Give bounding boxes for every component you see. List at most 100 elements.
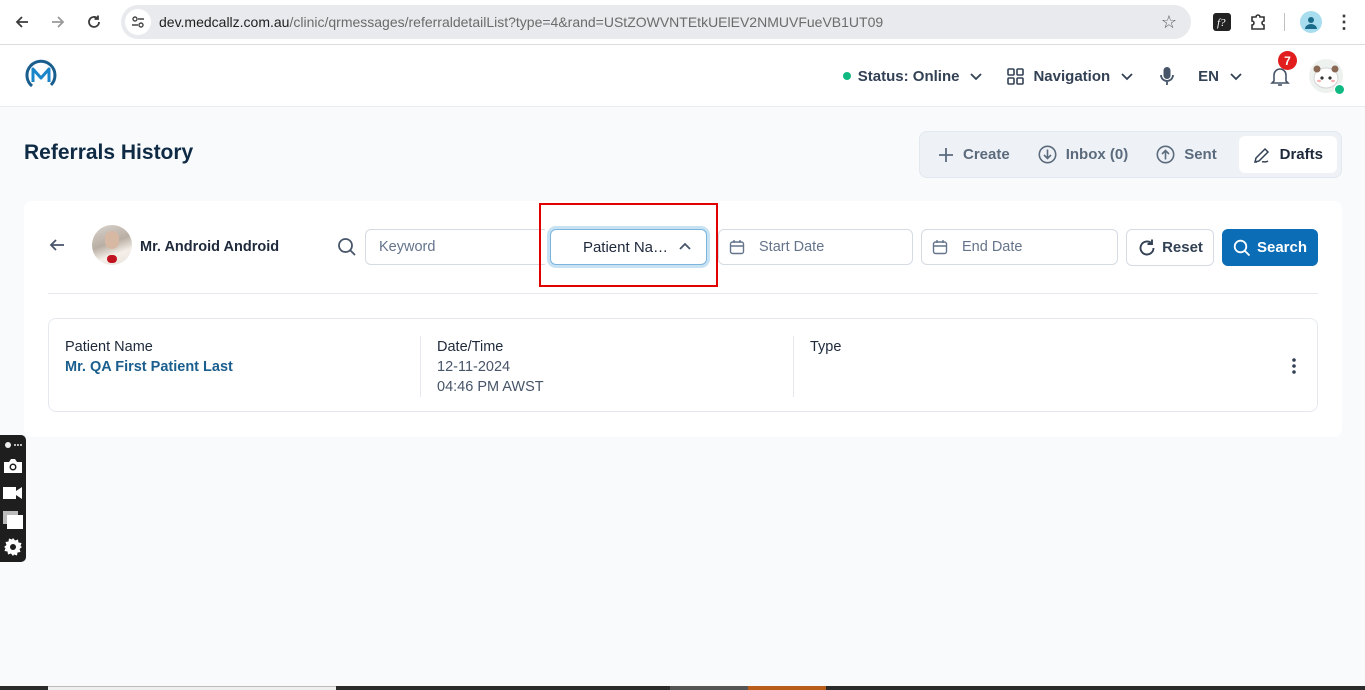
date-value: 12-11-2024 (437, 359, 511, 375)
extension-fontfinder-button[interactable]: f? (1204, 8, 1240, 36)
app-header: Status: Online Navigation EN 7 (0, 45, 1365, 107)
settings-button[interactable] (0, 533, 26, 560)
chevron-down-icon (970, 73, 983, 81)
puzzle-icon (1251, 14, 1265, 30)
pin-more-icon (5, 442, 22, 448)
record-video-button[interactable] (0, 479, 26, 506)
download-circle-icon (1038, 145, 1057, 164)
medcallz-logo[interactable] (24, 58, 58, 92)
online-indicator (1334, 84, 1345, 95)
page-title: Referrals History (24, 141, 194, 164)
patient-name-cell: Patient Name Mr. QA First Patient Last (65, 337, 233, 377)
tab-label: Create (963, 146, 1010, 163)
screenshot-button[interactable] (0, 452, 26, 479)
end-date-input[interactable]: End Date (921, 229, 1118, 265)
extensions-button[interactable] (1240, 8, 1276, 36)
start-date-placeholder: Start Date (759, 239, 825, 255)
font-extension-icon: f? (1213, 13, 1231, 31)
calendar-icon (932, 240, 948, 255)
referral-tabs: Create Inbox (0) Sent Drafts (919, 131, 1342, 178)
user-avatar-button[interactable] (1309, 59, 1345, 95)
video-camera-icon (3, 486, 22, 499)
forward-arrow-icon (52, 16, 65, 28)
more-options-icon[interactable] (1291, 357, 1297, 375)
search-icon (338, 238, 356, 256)
patient-name-link[interactable]: Mr. QA First Patient Last (65, 357, 233, 377)
taskbar-item[interactable] (748, 686, 826, 690)
start-date-input[interactable]: Start Date (718, 229, 913, 265)
type-cell: Type (810, 337, 841, 357)
navigation-dropdown[interactable]: Navigation (1007, 68, 1134, 85)
camera-icon (4, 458, 22, 473)
reload-button[interactable] (76, 4, 112, 40)
language-dropdown[interactable]: EN (1198, 68, 1243, 85)
datetime-label: Date/Time (437, 339, 504, 355)
toolbar-menu-button[interactable] (0, 438, 26, 452)
reset-label: Reset (1162, 239, 1203, 256)
profile-icon (1300, 11, 1322, 33)
gear-icon (4, 537, 22, 556)
tune-icon (132, 16, 144, 28)
bookmark-star-icon[interactable]: ☆ (1161, 12, 1177, 33)
tab-label: Inbox (0) (1065, 146, 1129, 163)
os-taskbar (0, 686, 1365, 690)
patient-name-label: Patient Name (65, 339, 153, 355)
chevron-down-icon (1121, 73, 1133, 81)
taskbar-item[interactable] (48, 686, 336, 690)
search-icon (1233, 239, 1251, 256)
pen-icon (1253, 147, 1269, 163)
search-button[interactable]: Search (1222, 229, 1318, 266)
toolbar-separator (1284, 13, 1285, 31)
notifications-button[interactable]: 7 (1269, 51, 1297, 87)
end-date-placeholder: End Date (962, 239, 1023, 255)
site-info-button[interactable] (125, 9, 151, 35)
user-name: Mr. Android Android (140, 239, 280, 255)
url-host: dev.medcallz.com.au (159, 14, 290, 30)
online-status-dot (842, 72, 851, 80)
url-text[interactable]: dev.medcallz.com.au/clinic/qrmessages/re… (159, 14, 883, 30)
referrals-card: Mr. Android Android Keyword Patient Na… … (24, 201, 1342, 437)
status-dropdown[interactable]: Status: Online (842, 67, 984, 85)
upload-circle-icon (1156, 145, 1175, 164)
reset-icon (1139, 239, 1155, 255)
navigation-label: Navigation (1033, 67, 1111, 85)
profile-button[interactable] (1293, 8, 1329, 36)
browser-toolbar: dev.medcallz.com.au/clinic/qrmessages/re… (0, 0, 1365, 45)
reset-button[interactable]: Reset (1126, 229, 1214, 266)
back-arrow-icon[interactable] (48, 237, 66, 253)
notification-count-badge: 7 (1278, 51, 1297, 70)
status-label: Status: Online (857, 67, 960, 85)
microphone-icon[interactable] (1160, 66, 1175, 86)
plus-icon (939, 147, 953, 162)
referral-row[interactable]: Patient Name Mr. QA First Patient Last D… (48, 318, 1318, 412)
address-bar[interactable]: dev.medcallz.com.au/clinic/qrmessages/re… (121, 5, 1191, 39)
taskbar-item[interactable] (670, 686, 748, 690)
type-label: Type (810, 339, 842, 355)
keyword-placeholder: Keyword (379, 239, 436, 255)
column-divider (793, 336, 794, 397)
column-divider (420, 336, 421, 397)
capture-toolbar (0, 435, 26, 562)
tab-sent[interactable]: Sent (1142, 136, 1231, 173)
back-button[interactable] (4, 4, 40, 40)
window-capture-button[interactable] (0, 506, 26, 533)
tab-label: Drafts (1279, 146, 1323, 163)
datetime-cell: Date/Time 12-11-2024 04:46 PM AWST (437, 337, 544, 397)
forward-button[interactable] (40, 4, 76, 40)
chevron-down-icon (1230, 73, 1242, 81)
windows-icon (3, 510, 23, 529)
tab-label: Sent (1184, 146, 1217, 163)
calendar-icon (729, 240, 745, 255)
language-label: EN (1198, 67, 1219, 85)
svg-text:f?: f? (1217, 17, 1226, 29)
tab-drafts[interactable]: Drafts (1238, 136, 1337, 173)
back-arrow-icon (15, 16, 28, 28)
chrome-menu-icon[interactable]: ⋮ (1329, 12, 1359, 33)
tab-create[interactable]: Create (924, 136, 1024, 173)
tab-inbox[interactable]: Inbox (0) (1024, 136, 1143, 173)
keyword-input[interactable]: Keyword (365, 229, 545, 265)
divider (48, 293, 1318, 294)
user-avatar (92, 225, 132, 265)
annotation-highlight-box (539, 203, 718, 287)
reload-icon (88, 15, 100, 28)
